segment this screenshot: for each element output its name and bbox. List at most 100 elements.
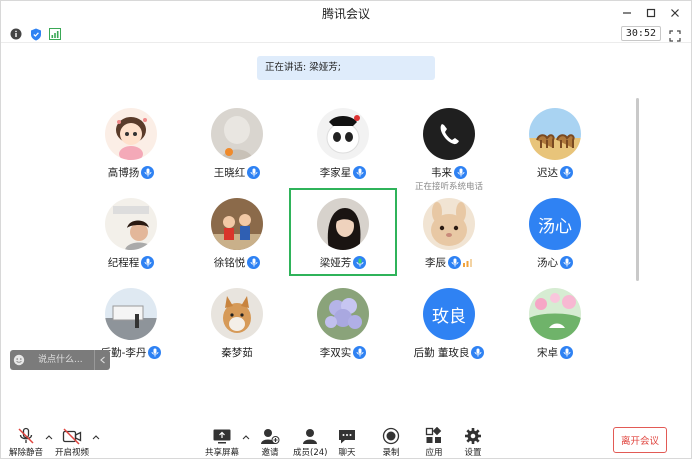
avatar xyxy=(317,288,369,340)
chevron-up-icon[interactable] xyxy=(45,433,53,441)
fullscreen-button[interactable] xyxy=(669,27,683,42)
camera-off-icon xyxy=(62,428,82,445)
settings-button[interactable]: 设置 xyxy=(463,427,483,458)
participant-scrollbar[interactable] xyxy=(636,98,639,281)
microphone-speaking-icon xyxy=(353,255,367,269)
chat-icon xyxy=(339,430,355,444)
invite-button[interactable]: 邀请 xyxy=(260,427,280,458)
avatar xyxy=(211,108,263,160)
close-button[interactable] xyxy=(665,3,685,23)
participant-nameline: 高博扬 xyxy=(77,164,185,180)
avatar xyxy=(105,288,157,340)
maximize-button[interactable] xyxy=(641,3,661,23)
window-controls xyxy=(617,3,685,23)
avatar xyxy=(317,198,369,250)
participant-name: 后勤 董玫良 xyxy=(413,346,470,359)
participant-tile[interactable]: 李家星 xyxy=(289,98,397,186)
participant-tile[interactable]: 秦梦茹 xyxy=(183,278,291,366)
microphone-icon xyxy=(471,345,485,359)
status-bar: 30:52 xyxy=(1,25,691,43)
avatar-initials: 汤心 xyxy=(529,198,581,250)
members-button[interactable]: 成员(24) xyxy=(293,427,327,458)
apps-icon xyxy=(425,427,442,443)
participant-name: 韦来 xyxy=(431,166,452,179)
network-status-button[interactable] xyxy=(48,27,62,41)
participant-tile[interactable]: 玫良 后勤 董玫良 xyxy=(395,278,503,366)
participant-tile[interactable]: 高博扬 xyxy=(77,98,185,186)
participant-nameline: 迟达 xyxy=(501,164,609,180)
participant-name: 汤心 xyxy=(537,256,558,269)
leave-meeting-button[interactable]: 离开会议 xyxy=(613,427,667,453)
microphone-muted-icon xyxy=(18,427,34,444)
participant-tile[interactable]: 李辰 xyxy=(395,188,503,276)
gear-icon xyxy=(465,428,481,444)
microphone-icon xyxy=(454,165,467,179)
unmute-button[interactable]: 解除静音 xyxy=(9,427,43,458)
participant-nameline: 李家星 xyxy=(289,164,397,180)
chevron-up-icon[interactable] xyxy=(92,433,100,441)
fullscreen-icon xyxy=(669,30,681,42)
participant-name: 徐铭悦 xyxy=(213,256,246,269)
participant-nameline: 李双实 xyxy=(289,344,397,360)
chat-quick-input[interactable]: 说点什么... xyxy=(10,350,110,370)
microphone-icon xyxy=(141,165,155,179)
minimize-button[interactable] xyxy=(617,3,637,23)
avatar-phone xyxy=(423,108,475,160)
chevron-left-icon xyxy=(99,356,105,364)
avatar xyxy=(317,108,369,160)
participant-name: 梁娅芳 xyxy=(319,256,352,269)
avatar xyxy=(105,198,157,250)
chat-button[interactable]: 聊天 xyxy=(337,427,357,458)
record-button[interactable]: 录制 xyxy=(381,427,401,458)
avatar xyxy=(423,198,475,250)
meeting-window: 腾讯会议 30:52 正在讲话: 梁娅芳; 高博扬 王晓红 李家星 韦来 正在接… xyxy=(0,0,692,459)
microphone-icon xyxy=(353,345,367,359)
maximize-icon xyxy=(646,8,656,18)
participant-name: 李家星 xyxy=(319,166,352,179)
participant-tile[interactable]: 李双实 xyxy=(289,278,397,366)
microphone-icon xyxy=(141,255,155,269)
share-screen-icon xyxy=(213,429,231,444)
meeting-timer: 30:52 xyxy=(620,26,661,41)
emoji-button[interactable] xyxy=(10,350,28,370)
security-button[interactable] xyxy=(29,27,43,41)
participant-name: 宋卓 xyxy=(537,346,558,359)
members-label: 成员(24) xyxy=(293,448,328,458)
participant-tile[interactable]: 韦来 正在接听系统电话 xyxy=(395,98,503,192)
signal-strength-icon xyxy=(49,28,61,40)
participant-nameline: 宋卓 xyxy=(501,344,609,360)
chat-expand-button[interactable] xyxy=(94,350,110,370)
participant-tile[interactable]: 纪程程 xyxy=(77,188,185,276)
apps-button[interactable]: 应用 xyxy=(424,427,444,458)
participant-tile[interactable]: 王晓红 xyxy=(183,98,291,186)
share-screen-button[interactable]: 共享屏幕 xyxy=(205,427,239,458)
avatar xyxy=(211,288,263,340)
participant-nameline: 韦来 xyxy=(395,164,503,180)
avatar xyxy=(211,198,263,250)
microphone-icon xyxy=(560,165,573,179)
avatar xyxy=(529,288,581,340)
emoji-icon xyxy=(13,354,25,366)
title-bar: 腾讯会议 xyxy=(1,1,691,25)
info-icon xyxy=(10,28,22,40)
participant-tile[interactable]: 宋卓 xyxy=(501,278,609,366)
participant-tile-speaking[interactable]: 梁娅芳 xyxy=(289,188,397,276)
minimize-icon xyxy=(623,12,631,14)
participant-name: 高博扬 xyxy=(107,166,140,179)
meeting-info-button[interactable] xyxy=(9,27,23,41)
chat-input[interactable]: 说点什么... xyxy=(28,350,94,370)
avatar-initials: 玫良 xyxy=(423,288,475,340)
start-video-button[interactable]: 开启视频 xyxy=(55,427,89,458)
record-icon xyxy=(382,427,400,445)
avatar xyxy=(105,108,157,160)
participant-tile[interactable]: 汤心 汤心 xyxy=(501,188,609,276)
chevron-up-icon[interactable] xyxy=(242,433,250,441)
participant-nameline: 秦梦茹 xyxy=(183,344,291,360)
share-screen-label: 共享屏幕 xyxy=(205,448,240,458)
participant-tile[interactable]: 迟达 xyxy=(501,98,609,186)
start-video-label: 开启视频 xyxy=(55,448,90,458)
add-user-icon xyxy=(261,429,280,444)
participant-tile[interactable]: 徐铭悦 xyxy=(183,188,291,276)
settings-label: 设置 xyxy=(464,448,482,458)
members-icon xyxy=(303,429,318,444)
